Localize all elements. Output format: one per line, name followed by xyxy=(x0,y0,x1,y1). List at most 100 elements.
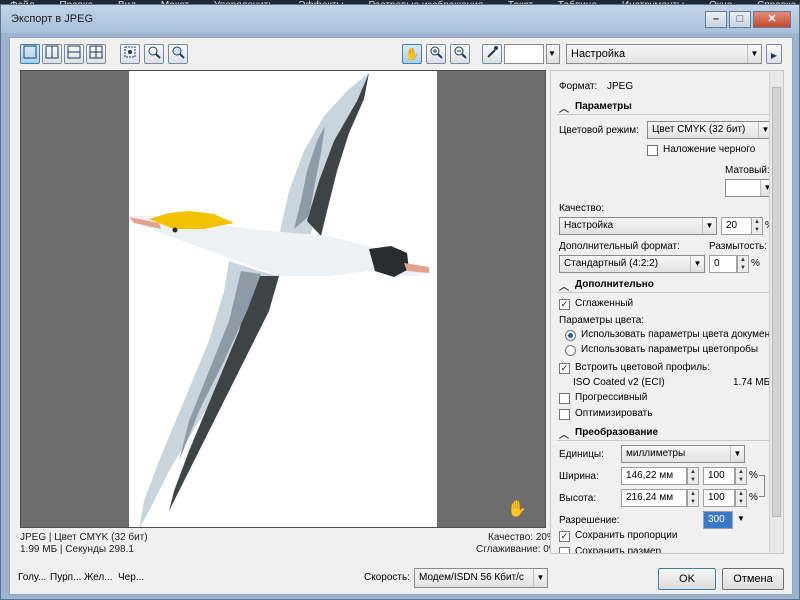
progressive-checkbox[interactable] xyxy=(559,393,570,404)
units-select[interactable]: миллиметры ▼ xyxy=(621,445,745,463)
width-label: Ширина: xyxy=(559,471,599,482)
params-section-header[interactable]: ︿ Параметры xyxy=(557,101,779,115)
zoom-in-icon xyxy=(430,46,443,59)
height-percent-sign: % xyxy=(749,492,758,503)
maximize-icon: □ xyxy=(736,13,744,25)
chevron-down-icon: ▼ xyxy=(533,569,547,587)
scrollbar-thumb[interactable] xyxy=(772,87,781,517)
zoom-custom-button[interactable] xyxy=(168,44,188,64)
blur-input[interactable]: 0 xyxy=(709,255,737,273)
use-proof-color-label: Использовать параметры цветопробы xyxy=(581,344,759,355)
zoom-out-button[interactable] xyxy=(450,44,470,64)
split-horizontal-button[interactable] xyxy=(64,44,84,64)
panel-scrollbar[interactable] xyxy=(769,71,783,553)
blur-percent: % xyxy=(751,258,760,269)
blur-spinner[interactable]: ▲ ▼ xyxy=(737,255,749,273)
preview-area[interactable]: ✋ xyxy=(20,70,546,528)
height-spinner[interactable]: ▲ ▼ xyxy=(687,489,699,507)
preset-value: Настройка xyxy=(571,48,626,60)
overprint-black-label: Наложение черного xyxy=(663,144,756,155)
quality-spinner[interactable]: ▲ ▼ xyxy=(751,217,763,235)
use-doc-color-radio[interactable] xyxy=(565,330,576,341)
title-bar[interactable]: Экспорт в JPEG – □ ✕ xyxy=(1,5,799,33)
minimize-button[interactable]: – xyxy=(705,11,727,28)
swatch-cyan: Голу... xyxy=(18,572,47,583)
split-vertical-button[interactable] xyxy=(42,44,62,64)
fit-page-button[interactable] xyxy=(120,44,140,64)
chevron-down-icon: ▼ xyxy=(730,446,744,462)
profile-name: ISO Coated v2 (ECI) xyxy=(573,377,665,388)
transform-section-header[interactable]: ︿ Преобразование xyxy=(557,427,779,441)
height-input[interactable]: 216,24 мм xyxy=(621,489,687,507)
quality-input[interactable]: 20 xyxy=(721,217,753,235)
antialias-checkbox[interactable]: ✓ xyxy=(559,299,570,310)
ok-button[interactable]: OK xyxy=(658,568,716,590)
preset-arrow-icon: ▶ xyxy=(770,51,778,60)
collapse-chevron-icon: ︿ xyxy=(559,282,569,293)
optimize-label: Оптимизировать xyxy=(575,408,653,419)
zoom-custom-icon xyxy=(172,46,185,59)
dialog-title: Экспорт в JPEG xyxy=(11,13,94,25)
single-view-button[interactable] xyxy=(20,44,40,64)
hand-cursor-icon: ✋ xyxy=(507,501,527,518)
antialias-label: Сглаженный xyxy=(575,298,634,309)
dialog-body: ✋ ▼ Настройка ▼ ▶ ✋ JPEG | Цвет CMYK (32… xyxy=(9,37,793,595)
settings-panel: Формат: JPEG ︿ Параметры Цветовой режим:… xyxy=(550,70,784,554)
preview-page xyxy=(129,71,437,527)
preset-menu-button[interactable]: ▶ xyxy=(766,44,782,64)
link-proportions-bracket xyxy=(759,475,765,497)
close-button[interactable]: ✕ xyxy=(753,11,791,28)
resolution-input[interactable]: 300 xyxy=(703,511,733,529)
overprint-black-checkbox[interactable] xyxy=(647,145,658,156)
height-percent-input[interactable]: 100 xyxy=(703,489,735,507)
use-doc-color-label: Использовать параметры цвета документа xyxy=(581,329,781,340)
zoom-in-button[interactable] xyxy=(426,44,446,64)
embed-profile-checkbox[interactable]: ✓ xyxy=(559,363,570,374)
quad-view-button[interactable] xyxy=(86,44,106,64)
quality-select[interactable]: Настройка ▼ xyxy=(559,217,717,235)
chevron-down-icon: ▼ xyxy=(690,256,704,272)
preview-smoothing-info: Сглаживание: 0% xyxy=(476,544,558,555)
split-horizontal-icon xyxy=(67,45,81,59)
eyedropper-color-swatch[interactable] xyxy=(504,44,544,64)
width-percent-spinner[interactable]: ▲ ▼ xyxy=(735,467,747,485)
width-input[interactable]: 146,22 мм xyxy=(621,467,687,485)
subformat-value: Стандартный (4:2:2) xyxy=(564,258,659,269)
speed-value: Модем/ISDN 56 Кбит/с xyxy=(419,572,524,583)
keep-proportions-label: Сохранить пропорции xyxy=(575,530,678,541)
width-spinner[interactable]: ▲ ▼ xyxy=(687,467,699,485)
bird-image xyxy=(129,73,429,527)
matte-color-select[interactable]: ▼ xyxy=(725,179,775,197)
quality-select-value: Настройка xyxy=(564,220,614,231)
eyedropper-button[interactable] xyxy=(482,44,502,64)
keep-size-checkbox[interactable] xyxy=(559,547,570,553)
export-jpeg-dialog: Экспорт в JPEG – □ ✕ ✋ ▼ Настройка ▼ ▶ ✋… xyxy=(0,4,800,600)
transform-section-title: Преобразование xyxy=(575,427,659,438)
minimize-icon: – xyxy=(712,13,720,25)
preset-select[interactable]: Настройка ▼ xyxy=(566,44,762,64)
hand-tool-button[interactable]: ✋ xyxy=(402,44,422,64)
keep-size-label: Сохранить размер xyxy=(575,546,662,554)
chevron-down-icon: ▼ xyxy=(747,45,761,63)
format-label: Формат: xyxy=(559,81,598,92)
keep-proportions-checkbox[interactable]: ✓ xyxy=(559,531,570,542)
width-percent-input[interactable]: 100 xyxy=(703,467,735,485)
maximize-button[interactable]: □ xyxy=(729,11,751,28)
cancel-button[interactable]: Отмена xyxy=(722,568,784,590)
units-label: Единицы: xyxy=(559,449,604,460)
height-percent-spinner[interactable]: ▲ ▼ xyxy=(735,489,747,507)
resolution-label: Разрешение: xyxy=(559,515,620,526)
chevron-down-icon[interactable]: ▼ xyxy=(737,514,745,523)
color-dropdown[interactable]: ▼ xyxy=(546,44,560,64)
speed-select[interactable]: Модем/ISDN 56 Кбит/с ▼ xyxy=(414,568,548,588)
subformat-select[interactable]: Стандартный (4:2:2) ▼ xyxy=(559,255,705,273)
window-buttons: – □ ✕ xyxy=(703,11,791,28)
profile-size: 1.74 МБ xyxy=(733,377,771,388)
chevron-down-icon: ▼ xyxy=(702,218,716,234)
use-proof-color-radio[interactable] xyxy=(565,345,576,356)
advanced-section-header[interactable]: ︿ Дополнительно xyxy=(557,279,779,293)
optimize-checkbox[interactable] xyxy=(559,409,570,420)
color-mode-select[interactable]: Цвет CMYK (32 бит) ▼ xyxy=(647,121,773,139)
zoom-1to1-button[interactable] xyxy=(144,44,164,64)
close-icon: ✕ xyxy=(767,13,777,25)
